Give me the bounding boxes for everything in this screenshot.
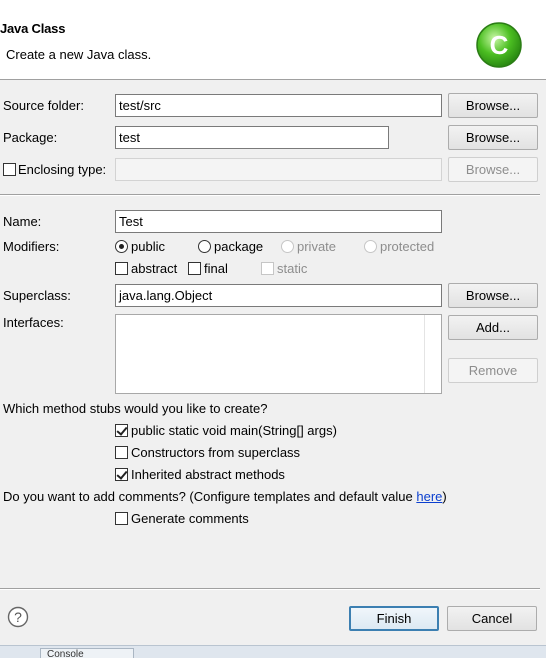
package-label: Package: [3,130,58,145]
name-field[interactable]: Test [115,210,442,233]
interfaces-remove-button[interactable]: Remove [448,358,538,383]
package-field[interactable]: test [115,126,389,149]
stub-main-label: public static void main(String[] args) [131,423,337,438]
interfaces-list[interactable] [115,314,442,394]
console-tab[interactable]: Console [40,648,134,658]
comments-question-text: Do you want to add comments? (Configure … [3,489,417,504]
enclosing-type-browse-button[interactable]: Browse... [448,157,538,182]
source-folder-browse-button[interactable]: Browse... [448,93,538,118]
help-icon[interactable]: ? [7,606,29,628]
modifier-static-checkbox[interactable] [261,262,274,275]
superclass-label: Superclass: [3,288,71,303]
modifier-final-checkbox[interactable] [188,262,201,275]
name-label: Name: [3,214,42,229]
comments-question: Do you want to add comments? (Configure … [3,489,447,504]
modifier-protected-label: protected [380,239,435,254]
modifier-private-label: private [297,239,337,254]
comments-question-suffix: ) [442,489,447,504]
cancel-button[interactable]: Cancel [447,606,537,631]
modifier-final-label: final [204,261,228,276]
package-browse-button[interactable]: Browse... [448,125,538,150]
window-icon [0,0,14,4]
method-stubs-question: Which method stubs would you like to cre… [3,401,268,416]
background-tab-strip: Console [0,645,546,658]
modifier-package-label: package [214,239,264,254]
separator [0,194,540,195]
enclosing-type-checkbox[interactable] [3,163,16,176]
stub-constructors-label: Constructors from superclass [131,445,301,460]
superclass-browse-button[interactable]: Browse... [448,283,538,308]
dialog-subtitle: Create a new Java class. [6,47,152,62]
dialog-header: Java Class Create a new Java class. C [0,0,546,80]
finish-button[interactable]: Finish [349,606,439,631]
configure-templates-link[interactable]: here [416,489,442,504]
stub-inherited-checkbox[interactable] [115,468,128,481]
modifier-abstract-checkbox[interactable] [115,262,128,275]
svg-text:?: ? [14,609,22,625]
modifier-abstract-label: abstract [131,261,178,276]
stub-main-checkbox[interactable] [115,424,128,437]
stub-constructors-checkbox[interactable] [115,446,128,459]
interfaces-label: Interfaces: [3,315,64,330]
svg-text:C: C [490,30,509,60]
dialog-title: Java Class [0,21,66,36]
modifier-public-radio[interactable] [115,240,128,253]
console-tab-label: Console [47,649,84,658]
superclass-field[interactable]: java.lang.Object [115,284,442,307]
modifier-package-radio[interactable] [198,240,211,253]
interfaces-add-button[interactable]: Add... [448,315,538,340]
modifier-public-label: public [131,239,165,254]
modifier-protected-radio[interactable] [364,240,377,253]
generate-comments-label: Generate comments [131,511,249,526]
source-folder-field[interactable]: test/src [115,94,442,117]
enclosing-type-label: Enclosing type: [18,162,107,177]
modifiers-label: Modifiers: [3,239,60,254]
interfaces-list-scrollbar[interactable] [424,315,441,393]
java-class-icon: C [476,22,522,68]
source-folder-label: Source folder: [3,98,84,113]
modifier-private-radio[interactable] [281,240,294,253]
generate-comments-checkbox[interactable] [115,512,128,525]
enclosing-type-field[interactable] [115,158,442,181]
stub-inherited-label: Inherited abstract methods [131,467,285,482]
modifier-static-label: static [277,261,308,276]
footer-separator [0,588,540,589]
